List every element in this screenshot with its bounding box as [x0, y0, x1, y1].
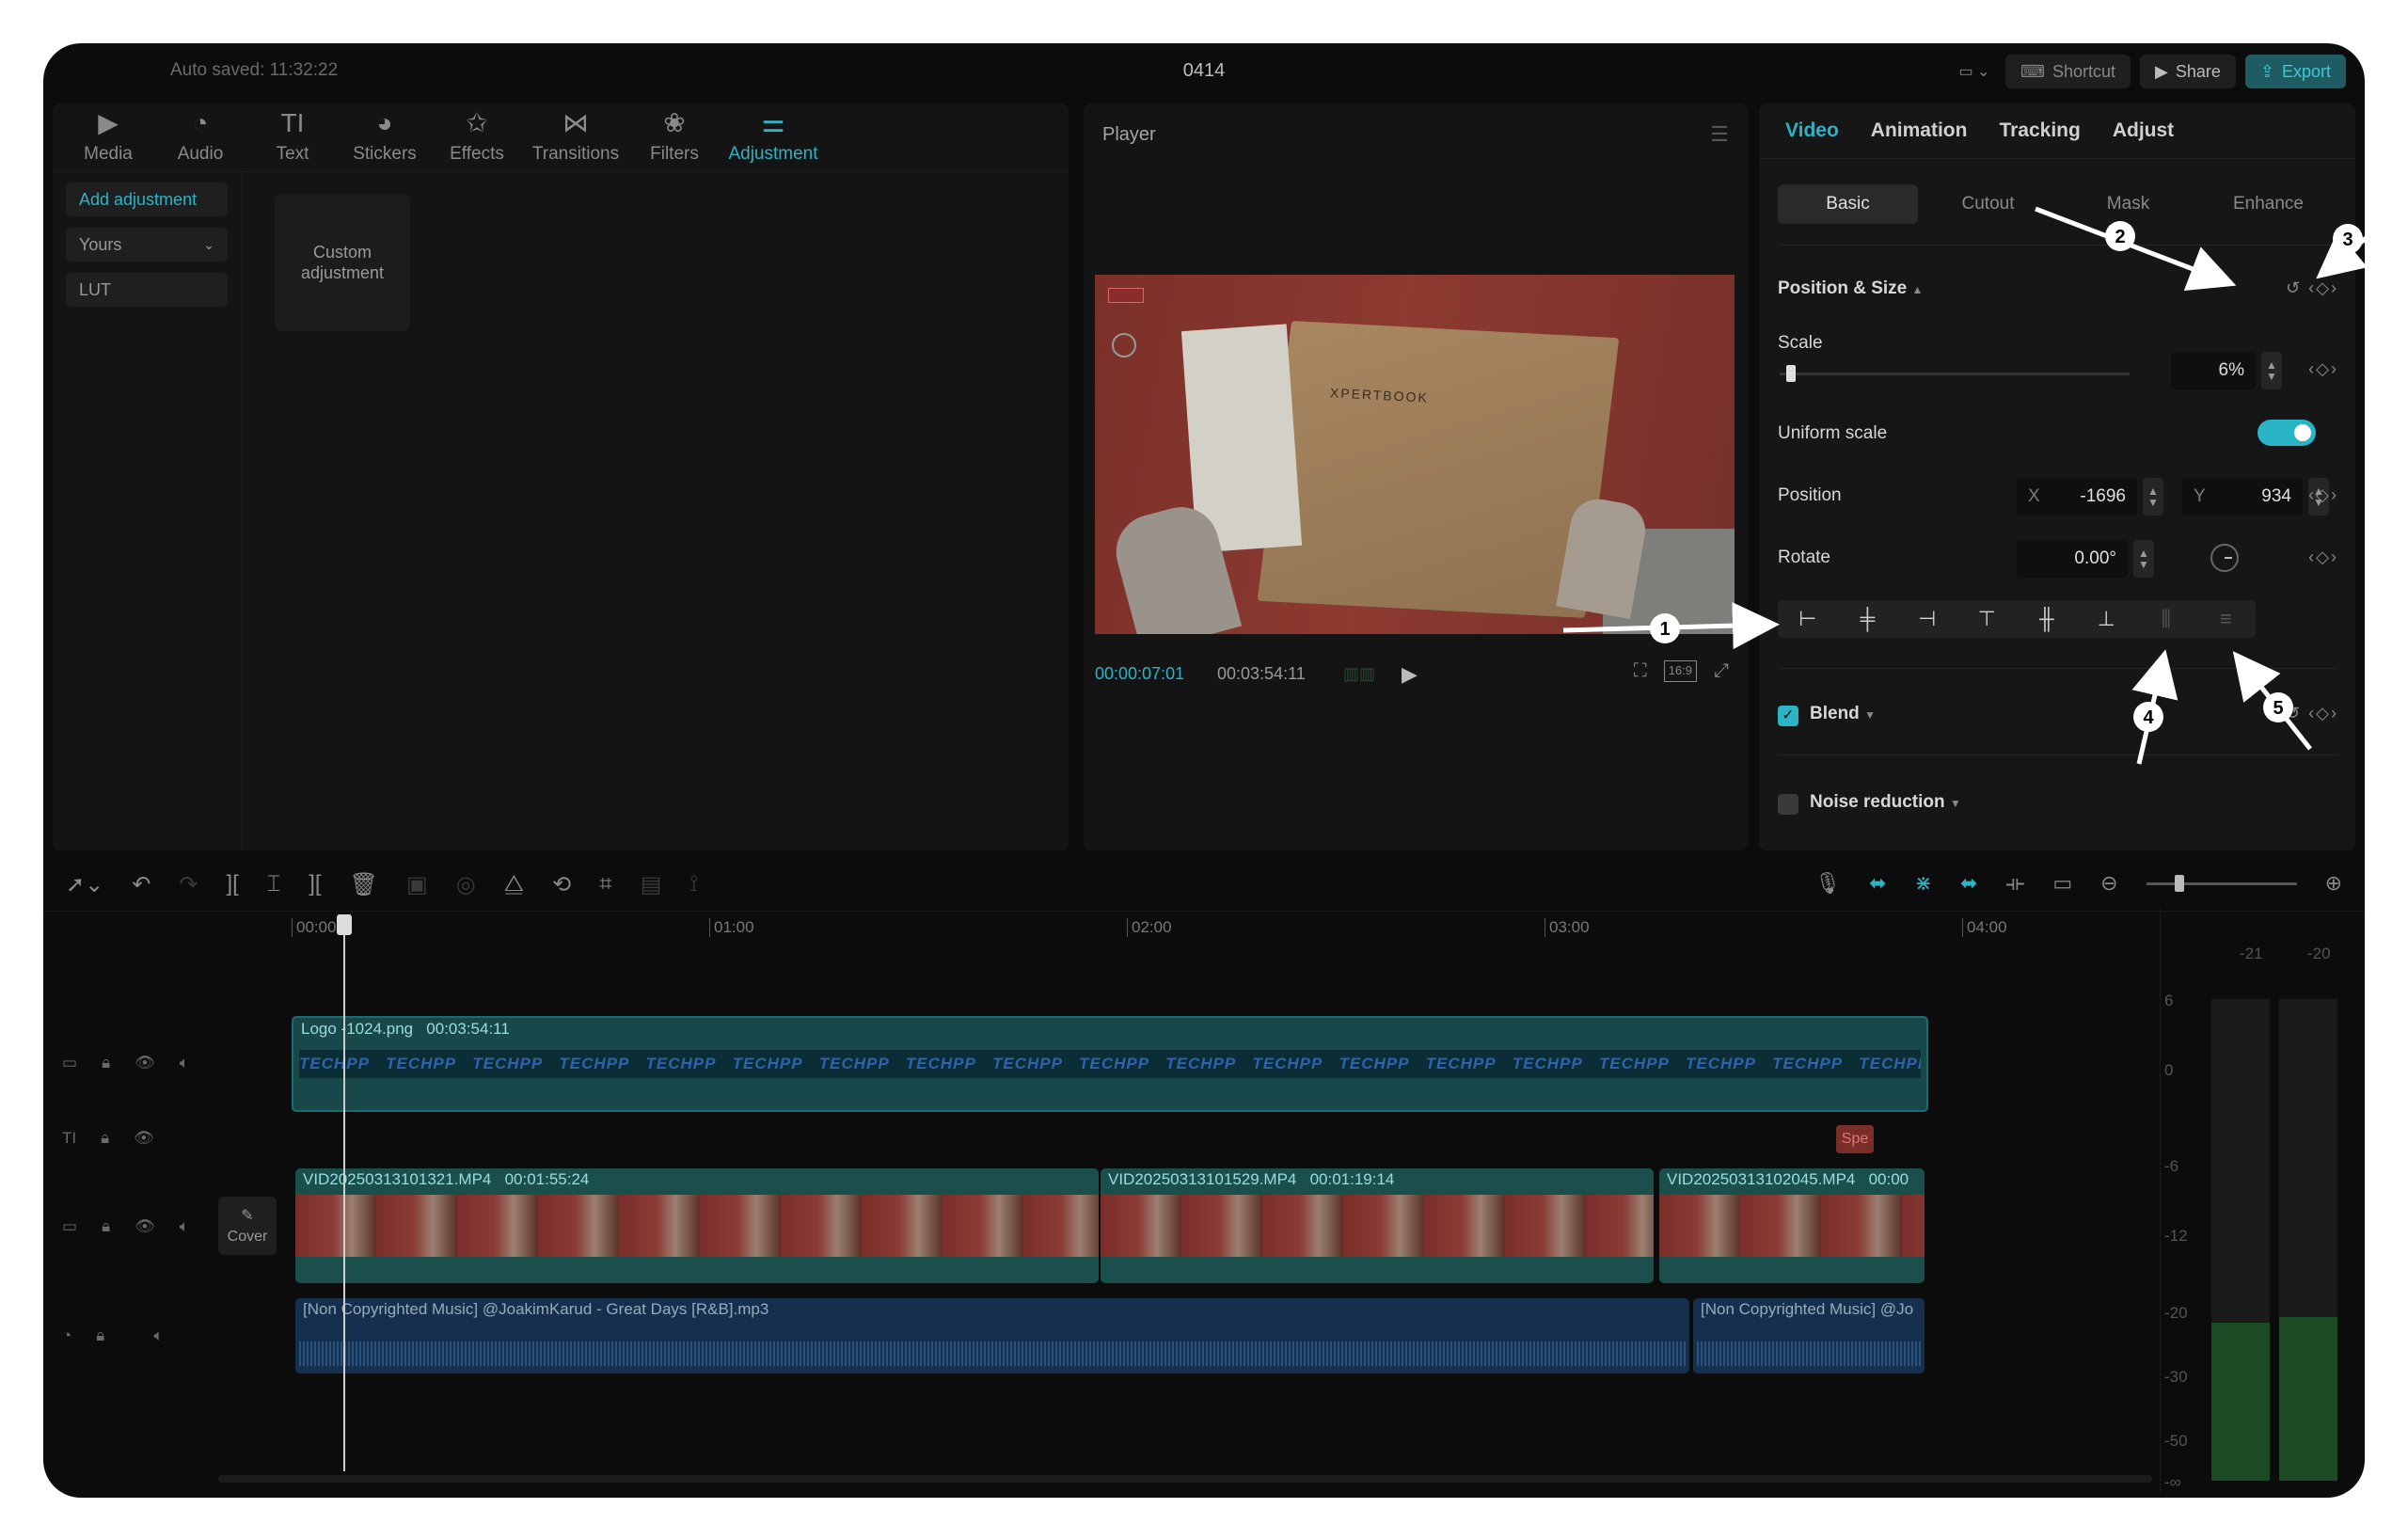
annotation-markers: 1 2 3 4 5 — [1650, 221, 2363, 732]
annotation-arrows — [1562, 205, 2406, 765]
svg-text:2: 2 — [2115, 227, 2125, 247]
svg-text:5: 5 — [2273, 698, 2283, 719]
svg-text:1: 1 — [1659, 619, 1670, 640]
annotation-overlay: 1 2 3 4 5 — [1562, 205, 2406, 765]
svg-text:4: 4 — [2143, 707, 2154, 728]
svg-text:3: 3 — [2342, 230, 2353, 250]
